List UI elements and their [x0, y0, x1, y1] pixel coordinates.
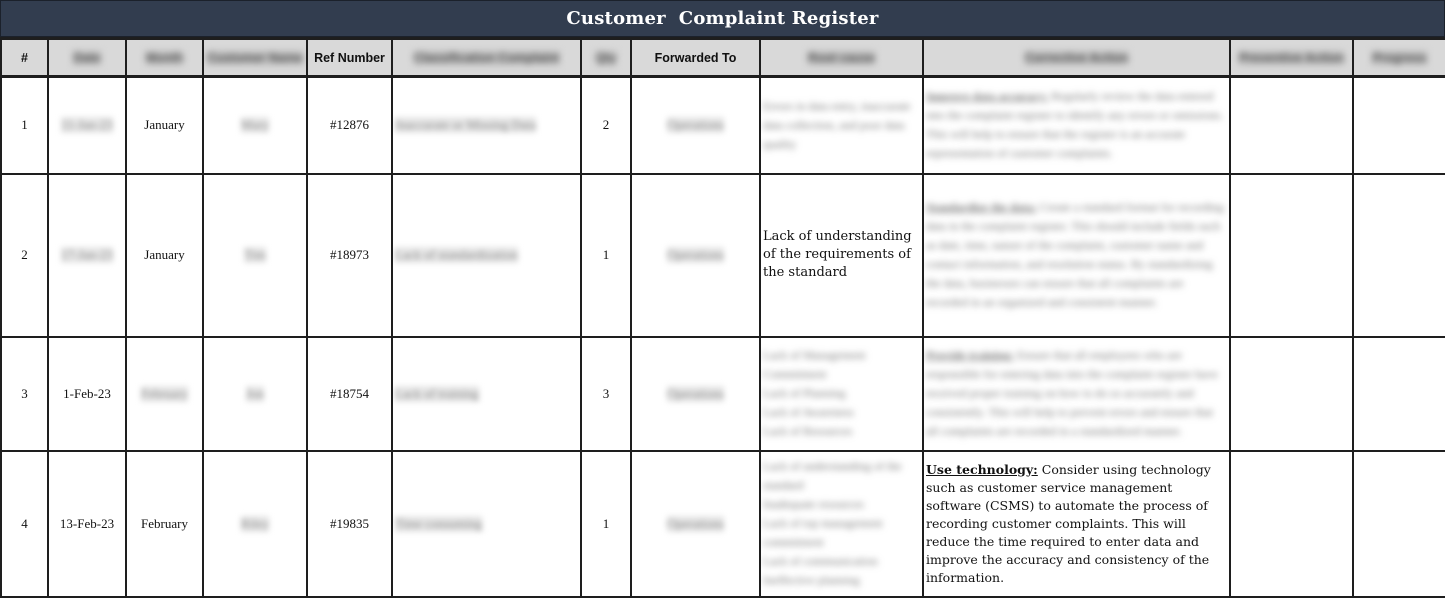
header-root-cause[interactable]: Root cause — [759, 37, 924, 78]
cell-date[interactable]: 1-Feb-23 — [47, 335, 127, 452]
cell-num[interactable]: 4 — [0, 449, 49, 598]
cell-classification[interactable]: Time consuming — [391, 449, 582, 598]
cell-root-cause[interactable]: Lack of Management Commitment Lack of Pl… — [759, 335, 924, 452]
cell-qty[interactable]: 2 — [580, 75, 632, 175]
cell-date[interactable]: 13-Feb-23 — [47, 449, 127, 598]
cell-progress[interactable] — [1352, 75, 1445, 175]
cell-month[interactable]: February — [125, 449, 204, 598]
cell-forwarded[interactable]: Operations — [630, 75, 761, 175]
header-date[interactable]: Date — [47, 37, 127, 78]
cell-root-cause[interactable]: Lack of understanding of the standard In… — [759, 449, 924, 598]
header-corrective-action[interactable]: Corrective Action — [922, 37, 1231, 78]
cell-corrective-action[interactable]: Provide training: Ensure that all employ… — [922, 335, 1231, 452]
table-row: 3 1-Feb-23 February Jon #18754 Lack of t… — [0, 335, 1445, 452]
cell-qty[interactable]: 1 — [580, 172, 632, 338]
cell-corrective-action[interactable]: Use technology: Consider using technolog… — [922, 449, 1231, 598]
cell-root-cause[interactable]: Lack of understanding of the requirement… — [759, 172, 924, 338]
header-row: # Date Month Customer Name Ref Number Cl… — [0, 37, 1445, 78]
header-preventive-action[interactable]: Preventive Action — [1229, 37, 1354, 78]
cell-num[interactable]: 1 — [0, 75, 49, 175]
cell-progress[interactable] — [1352, 335, 1445, 452]
cell-progress[interactable] — [1352, 172, 1445, 338]
cell-ref[interactable]: #12876 — [306, 75, 393, 175]
cell-root-cause[interactable]: Errors in data entry, inaccurate data co… — [759, 75, 924, 175]
header-classification[interactable]: Classification Complaint — [391, 37, 582, 78]
header-forwarded-to[interactable]: Forwarded To — [630, 37, 761, 78]
cell-corrective-action[interactable]: Standardize the data: Create a standard … — [922, 172, 1231, 338]
cell-qty[interactable]: 1 — [580, 449, 632, 598]
cell-customer[interactable]: Riley — [202, 449, 308, 598]
cell-preventive-action[interactable] — [1229, 172, 1354, 338]
corrective-lead: Standardize the data: — [926, 200, 1037, 214]
cell-preventive-action[interactable] — [1229, 449, 1354, 598]
cell-num[interactable]: 3 — [0, 335, 49, 452]
complaint-register-table: # Date Month Customer Name Ref Number Cl… — [0, 37, 1445, 598]
cell-progress[interactable] — [1352, 449, 1445, 598]
corrective-lead: Use technology: — [926, 461, 1038, 477]
corrective-body: Create a standard format for recording d… — [926, 200, 1224, 309]
cell-classification[interactable]: Lack of standardization — [391, 172, 582, 338]
cell-classification[interactable]: Lack of training — [391, 335, 582, 452]
cell-customer[interactable]: Jon — [202, 335, 308, 452]
cell-qty[interactable]: 3 — [580, 335, 632, 452]
header-month[interactable]: Month — [125, 37, 204, 78]
cell-date[interactable]: 17-Jan-23 — [47, 172, 127, 338]
cell-classification[interactable]: Inaccurate or Missing Data — [391, 75, 582, 175]
table-row: 4 13-Feb-23 February Riley #19835 Time c… — [0, 449, 1445, 598]
cell-date[interactable]: 11-Jan-23 — [47, 75, 127, 175]
cell-forwarded[interactable]: Operations — [630, 335, 761, 452]
header-ref-number[interactable]: Ref Number — [306, 37, 393, 78]
cell-ref[interactable]: #18973 — [306, 172, 393, 338]
cell-preventive-action[interactable] — [1229, 75, 1354, 175]
cell-forwarded[interactable]: Operations — [630, 449, 761, 598]
cell-forwarded[interactable]: Operations — [630, 172, 761, 338]
cell-month[interactable]: February — [125, 335, 204, 452]
cell-corrective-action[interactable]: Improve data accuracy: Regularly review … — [922, 75, 1231, 175]
corrective-lead: Improve data accuracy: — [926, 89, 1049, 104]
cell-customer[interactable]: Mary — [202, 75, 308, 175]
header-num[interactable]: # — [0, 37, 49, 78]
cell-month[interactable]: January — [125, 75, 204, 175]
cell-ref[interactable]: #18754 — [306, 335, 393, 452]
cell-month[interactable]: January — [125, 172, 204, 338]
corrective-lead: Provide training: — [926, 348, 1015, 362]
table-row: 2 17-Jan-23 January Tim #18973 Lack of s… — [0, 172, 1445, 338]
cell-preventive-action[interactable] — [1229, 335, 1354, 452]
header-progress[interactable]: Progress — [1352, 37, 1445, 78]
header-customer-name[interactable]: Customer Name — [202, 37, 308, 78]
header-qty[interactable]: Qty — [580, 37, 632, 78]
cell-customer[interactable]: Tim — [202, 172, 308, 338]
cell-num[interactable]: 2 — [0, 172, 49, 338]
register-title: Customer Complaint Register — [0, 0, 1445, 37]
table-row: 1 11-Jan-23 January Mary #12876 Inaccura… — [0, 75, 1445, 175]
cell-ref[interactable]: #19835 — [306, 449, 393, 598]
corrective-body: Consider using technology such as custom… — [926, 461, 1211, 585]
